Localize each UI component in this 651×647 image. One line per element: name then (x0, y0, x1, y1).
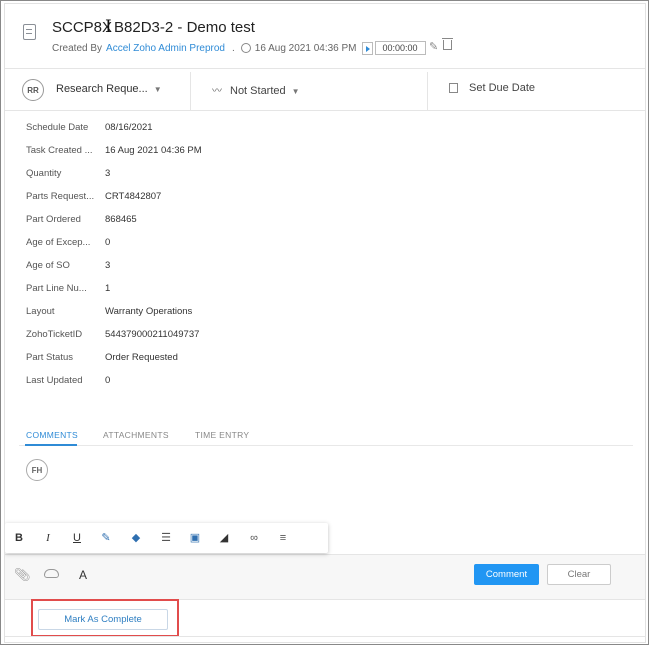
field-value[interactable]: Order Requested (105, 352, 178, 363)
font-format-button[interactable]: A (79, 568, 87, 582)
created-at: 16 Aug 2021 04:36 PM (254, 42, 357, 54)
field-value[interactable]: 544379000211049737 (105, 329, 199, 340)
field-label: Parts Request... (26, 191, 95, 202)
field-label: Quantity (26, 168, 62, 179)
chevron-down-icon: ▼ (291, 87, 300, 96)
field-label: Layout (26, 306, 55, 317)
text-cursor-icon: I (105, 17, 112, 37)
more-options-icon[interactable]: ≡ (276, 531, 290, 545)
divider (5, 110, 645, 111)
clock-icon (240, 43, 251, 53)
task-meta: Created By Accel Zoho Admin Preprod . 16… (52, 41, 426, 55)
field-label: Schedule Date (26, 122, 89, 133)
field-value[interactable]: 0 (105, 375, 110, 386)
calendar-icon (449, 83, 458, 93)
task-icon (23, 24, 36, 40)
divider (427, 72, 428, 110)
image-icon[interactable]: ▣ (188, 531, 202, 545)
field-value[interactable]: CRT4842807 (105, 191, 161, 202)
mark-as-complete-button[interactable]: Mark As Complete (38, 609, 168, 630)
field-value[interactable]: 868465 (105, 214, 137, 225)
field-value[interactable]: Warranty Operations (105, 306, 192, 317)
owner-dropdown[interactable]: Research Reque... ▼ (56, 83, 162, 95)
field-label: Age of SO (26, 260, 70, 271)
divider (5, 636, 645, 637)
cloud-icon[interactable] (44, 569, 59, 578)
field-value[interactable]: 08/16/2021 (105, 122, 153, 133)
field-label: Last Updated (26, 375, 83, 386)
created-by-label: Created By (52, 42, 103, 54)
task-detail-panel: SCCP8X B82D3-2 - Demo test I Created By A… (4, 3, 646, 643)
field-value[interactable]: 3 (105, 168, 110, 179)
creator-link[interactable]: Accel Zoho Admin Preprod (106, 43, 225, 54)
separator-dot: . (231, 42, 235, 54)
field-label: Part Status (26, 352, 73, 363)
link-icon[interactable]: ∞ (247, 531, 261, 545)
timer-display: 00:00:00 (374, 41, 426, 55)
bullet-list-icon[interactable]: ☰ (159, 531, 173, 545)
task-title: SCCP8X B82D3-2 - Demo test (52, 19, 255, 36)
divider (5, 68, 645, 69)
field-value[interactable]: 3 (105, 260, 110, 271)
format-toolbar: B I U ✎ ◆ ☰ ▣ ◢ ∞ ≡ (5, 523, 328, 553)
chevron-down-icon: ▼ (153, 85, 162, 94)
bold-button[interactable]: B (12, 531, 26, 545)
underline-button[interactable]: U (70, 531, 84, 545)
active-tab-indicator (25, 444, 77, 446)
clear-button[interactable]: Clear (547, 564, 611, 585)
divider (19, 445, 633, 446)
field-value[interactable]: 1 (105, 283, 110, 294)
edit-icon[interactable]: ✎ (429, 40, 438, 53)
owner-avatar: RR (22, 79, 44, 101)
tab-comments[interactable]: COMMENTS (26, 430, 78, 440)
tab-attachments[interactable]: ATTACHMENTS (103, 430, 169, 440)
divider (190, 72, 191, 110)
paperclip-icon[interactable]: 📎︎ (14, 567, 31, 583)
play-icon[interactable] (361, 41, 373, 55)
commenter-avatar: FH (26, 459, 48, 481)
field-label: Part Ordered (26, 214, 81, 225)
status-trend-icon: 〰 (212, 86, 222, 97)
field-value[interactable]: 16 Aug 2021 04:36 PM (105, 145, 202, 156)
field-label: ZohoTicketID (26, 329, 83, 340)
field-label: Task Created ... (26, 145, 93, 156)
tab-time-entry[interactable]: TIME ENTRY (195, 430, 249, 440)
set-due-date-button[interactable]: Set Due Date (469, 82, 535, 94)
comment-button[interactable]: Comment (474, 564, 539, 585)
text-color-icon[interactable]: ✎ (99, 531, 113, 545)
field-value[interactable]: 0 (105, 237, 110, 248)
italic-button[interactable]: I (41, 531, 55, 545)
field-label: Part Line Nu... (26, 283, 87, 294)
trash-icon[interactable] (442, 38, 453, 50)
fill-color-icon[interactable]: ◆ (129, 531, 143, 545)
status-dropdown[interactable]: 〰 Not Started ▼ (212, 82, 300, 97)
field-label: Age of Excep... (26, 237, 91, 248)
eraser-icon[interactable]: ◢ (217, 531, 231, 545)
